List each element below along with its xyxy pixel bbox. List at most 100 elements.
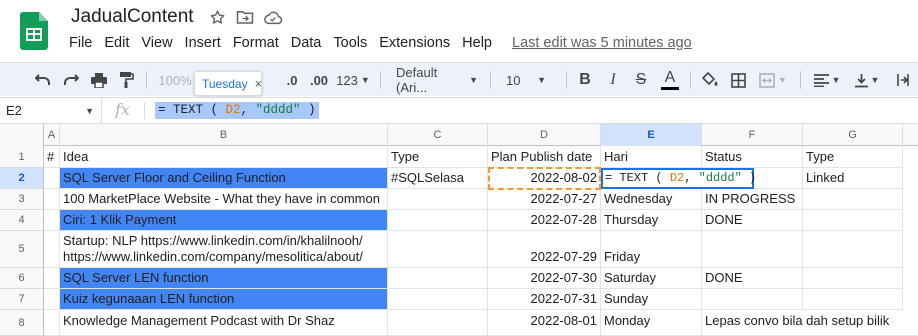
cell-a7[interactable] bbox=[44, 289, 60, 310]
number-format-select[interactable]: 123 ▼ bbox=[336, 63, 370, 97]
formula-input[interactable]: = TEXT ( D2, "dddd" ) bbox=[155, 102, 319, 119]
menu-data[interactable]: Data bbox=[285, 35, 328, 51]
cell-b2[interactable]: SQL Server Floor and Ceiling Function bbox=[60, 168, 388, 189]
font-family-select[interactable]: Default (Ari... ▼ bbox=[390, 63, 478, 97]
cell-b1[interactable]: Idea bbox=[60, 146, 388, 168]
text-wrap-icon[interactable] bbox=[890, 63, 916, 97]
cell-a3[interactable] bbox=[44, 189, 60, 210]
cell-c1[interactable]: Type bbox=[388, 146, 488, 168]
horizontal-align-icon[interactable]: ▼ bbox=[810, 63, 844, 97]
cell-g4[interactable] bbox=[803, 210, 903, 231]
strikethrough-button[interactable]: S bbox=[632, 63, 650, 97]
cell-f8[interactable]: Lepas convo bila dah setup bilik bbox=[702, 310, 918, 336]
cell-d1[interactable]: Plan Publish date bbox=[488, 146, 601, 168]
row-header-6[interactable]: 6 bbox=[0, 268, 44, 289]
cell-d2[interactable]: 2022-08-02 bbox=[488, 168, 601, 189]
cell-c5[interactable] bbox=[388, 231, 488, 268]
cell-e5[interactable]: Friday bbox=[601, 231, 702, 268]
cell-d7[interactable]: 2022-07-31 bbox=[488, 289, 601, 310]
cell-g1[interactable]: Type bbox=[803, 146, 903, 168]
merge-cells-icon[interactable]: ▼ bbox=[756, 63, 790, 97]
cell-d6[interactable]: 2022-07-30 bbox=[488, 268, 601, 289]
last-edit-link[interactable]: Last edit was 5 minutes ago bbox=[506, 35, 698, 51]
cell-g3[interactable] bbox=[803, 189, 903, 210]
name-box[interactable]: E2 ▼ bbox=[0, 98, 102, 123]
cell-b4[interactable]: Ciri: 1 Klik Payment bbox=[60, 210, 388, 231]
column-header-c[interactable]: C bbox=[388, 124, 488, 146]
cell-b8[interactable]: Knowledge Management Podcast with Dr Sha… bbox=[60, 310, 388, 336]
menu-file[interactable]: File bbox=[63, 35, 98, 51]
row-header-8[interactable]: 8 bbox=[0, 310, 44, 336]
cell-d8[interactable]: 2022-08-01 bbox=[488, 310, 601, 336]
move-to-folder-icon[interactable] bbox=[235, 7, 255, 27]
row-header-1[interactable]: 1 bbox=[0, 146, 44, 168]
cell-a4[interactable] bbox=[44, 210, 60, 231]
cell-c2[interactable]: #SQLSelasa bbox=[388, 168, 488, 189]
vertical-align-icon[interactable]: ▼ bbox=[852, 63, 882, 97]
cell-a5[interactable] bbox=[44, 231, 60, 268]
menu-format[interactable]: Format bbox=[227, 35, 285, 51]
undo-icon[interactable] bbox=[32, 63, 54, 97]
paint-format-icon[interactable] bbox=[116, 63, 138, 97]
cell-b3[interactable]: 100 MarketPlace Website - What they have… bbox=[60, 189, 388, 210]
cell-e4[interactable]: Thursday bbox=[601, 210, 702, 231]
cell-e3[interactable]: Wednesday bbox=[601, 189, 702, 210]
fill-color-icon[interactable] bbox=[700, 63, 720, 97]
cell-c7[interactable] bbox=[388, 289, 488, 310]
row-header-2[interactable]: 2 bbox=[0, 168, 44, 189]
zoom-select[interactable]: 100% bbox=[156, 63, 194, 97]
sheets-logo-icon[interactable] bbox=[20, 12, 48, 50]
cell-f1[interactable]: Status bbox=[702, 146, 803, 168]
print-icon[interactable] bbox=[88, 63, 110, 97]
cell-e1[interactable]: Hari bbox=[601, 146, 702, 168]
cell-b6[interactable]: SQL Server LEN function bbox=[60, 268, 388, 289]
text-color-button[interactable]: A bbox=[660, 63, 680, 97]
cell-c4[interactable] bbox=[388, 210, 488, 231]
menu-edit[interactable]: Edit bbox=[98, 35, 135, 51]
column-header-b[interactable]: B bbox=[60, 124, 388, 146]
cell-d3[interactable]: 2022-07-27 bbox=[488, 189, 601, 210]
close-icon[interactable]: × bbox=[255, 76, 263, 91]
menu-insert[interactable]: Insert bbox=[179, 35, 227, 51]
redo-icon[interactable] bbox=[60, 63, 82, 97]
row-header-3[interactable]: 3 bbox=[0, 189, 44, 210]
cell-e7[interactable]: Sunday bbox=[601, 289, 702, 310]
menu-help[interactable]: Help bbox=[456, 35, 498, 51]
cell-f3[interactable]: IN PROGRESS bbox=[702, 189, 803, 210]
column-header-g[interactable]: G bbox=[803, 124, 903, 146]
cell-g2[interactable]: Linked bbox=[803, 168, 903, 189]
chevron-down-icon[interactable]: ▼ bbox=[85, 106, 94, 116]
italic-button[interactable]: I bbox=[604, 63, 622, 97]
cell-f7[interactable] bbox=[702, 289, 803, 310]
cloud-status-icon[interactable] bbox=[263, 7, 283, 27]
menu-view[interactable]: View bbox=[135, 35, 178, 51]
cell-a6[interactable] bbox=[44, 268, 60, 289]
cell-f6[interactable]: DONE bbox=[702, 268, 803, 289]
cell-g5[interactable] bbox=[803, 231, 903, 268]
select-all-corner[interactable] bbox=[0, 124, 44, 146]
cell-c8[interactable] bbox=[388, 310, 488, 336]
cell-e8[interactable]: Monday bbox=[601, 310, 702, 336]
decimal-decrease-button[interactable]: .0 bbox=[282, 63, 302, 97]
cell-b7[interactable]: Kuiz kegunaaan LEN function bbox=[60, 289, 388, 310]
cell-a1[interactable]: # bbox=[44, 146, 60, 168]
cell-d5[interactable]: 2022-07-29 bbox=[488, 231, 601, 268]
decimal-increase-button[interactable]: .00 bbox=[306, 63, 332, 97]
cell-g6[interactable] bbox=[803, 268, 903, 289]
menu-tools[interactable]: Tools bbox=[327, 35, 373, 51]
cell-g7[interactable] bbox=[803, 289, 903, 310]
cell-c3[interactable] bbox=[388, 189, 488, 210]
cell-d4[interactable]: 2022-07-28 bbox=[488, 210, 601, 231]
document-title[interactable]: JadualContent bbox=[71, 6, 194, 28]
row-header-5[interactable]: 5 bbox=[0, 231, 44, 268]
row-header-7[interactable]: 7 bbox=[0, 289, 44, 310]
cell-e6[interactable]: Saturday bbox=[601, 268, 702, 289]
row-header-4[interactable]: 4 bbox=[0, 210, 44, 231]
cell-e2-editor[interactable]: = TEXT ( D2, "dddd" ) bbox=[601, 168, 756, 189]
column-header-e[interactable]: E bbox=[601, 124, 702, 146]
cell-c6[interactable] bbox=[388, 268, 488, 289]
cell-a2[interactable] bbox=[44, 168, 60, 189]
cell-b5[interactable]: Startup: NLP https://www.linkedin.com/in… bbox=[60, 231, 388, 268]
cell-f5[interactable] bbox=[702, 231, 803, 268]
column-header-d[interactable]: D bbox=[488, 124, 601, 146]
